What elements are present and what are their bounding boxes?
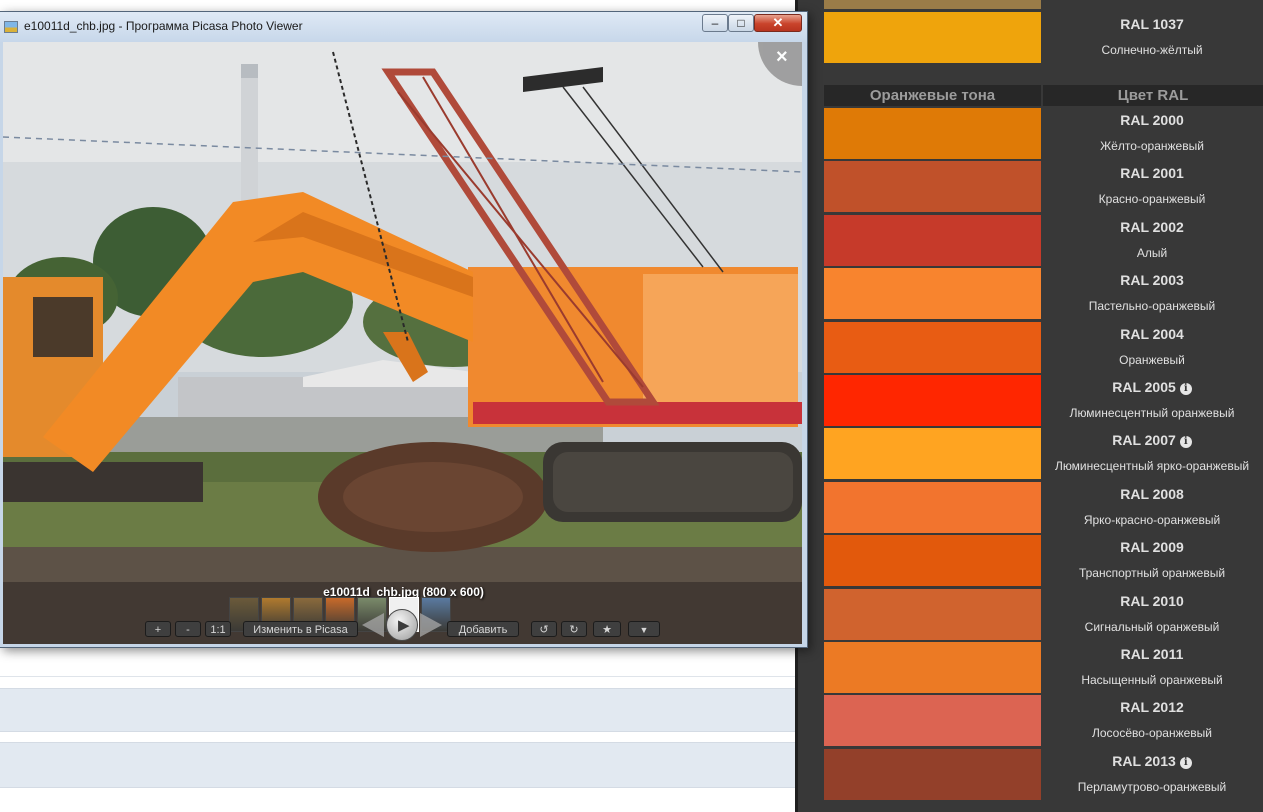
ral-code: RAL 2003 <box>1041 272 1263 288</box>
actual-size-button[interactable]: 1:1 <box>205 621 231 637</box>
close-icon: × <box>776 46 788 68</box>
info-icon[interactable]: i <box>1179 383 1192 395</box>
ral-code-text: RAL 2004 <box>1120 326 1184 342</box>
ral-code: RAL 2012 <box>1041 699 1263 715</box>
ral-swatch <box>824 589 1041 640</box>
rotate-left-icon[interactable]: ↺ <box>531 621 557 637</box>
ral-swatch <box>824 108 1041 159</box>
ral-color-table: RAL 1037 Солнечно-жёлтый Оранжевые тона … <box>798 0 1263 812</box>
zoom-in-button[interactable]: + <box>145 621 171 637</box>
more-options-icon[interactable]: ▼ <box>628 621 660 637</box>
star-icon[interactable]: ★ <box>593 621 621 637</box>
edit-in-picasa-button[interactable]: Изменить в Picasa <box>243 621 358 637</box>
window-title: e10011d_chb.jpg - Программа Picasa Photo… <box>24 19 303 33</box>
minimize-icon: – <box>711 16 719 30</box>
slideshow-play-button[interactable]: ▶ <box>386 609 418 641</box>
ral-code-text: RAL 2008 <box>1120 486 1184 502</box>
ral-code-text: RAL 2009 <box>1120 539 1184 555</box>
photo-view[interactable] <box>3 42 802 644</box>
ral-code-text: RAL 2011 <box>1120 646 1184 662</box>
header-ral-color: Цвет RAL <box>1043 85 1263 106</box>
ral-1037-swatch <box>824 12 1041 63</box>
ral-name: Оранжевый <box>1119 353 1185 367</box>
ral-swatch <box>824 695 1041 746</box>
ral-code: RAL 2005 i <box>1041 379 1263 395</box>
ral-code-text: RAL 2010 <box>1120 593 1184 609</box>
rotate-right-icon[interactable]: ↻ <box>561 621 587 637</box>
play-icon: ▶ <box>398 617 410 634</box>
window-titlebar[interactable]: e10011d_chb.jpg - Программа Picasa Photo… <box>0 12 807 42</box>
ral-code: RAL 2008 <box>1041 486 1263 502</box>
ral-name: Красно-оранжевый <box>1098 192 1206 206</box>
excavator-photo <box>3 42 802 644</box>
ral-code-text: RAL 2000 <box>1120 112 1184 128</box>
zoom-out-button[interactable]: - <box>175 621 201 637</box>
ral-code-text: RAL 2012 <box>1120 699 1184 715</box>
ral-code: RAL 2009 <box>1041 539 1263 555</box>
picasa-app-icon <box>4 21 18 33</box>
ral-swatch <box>824 322 1041 373</box>
ral-name: Жёлто-оранжевый <box>1100 139 1204 153</box>
maximize-button[interactable]: □ <box>728 14 754 32</box>
window-close-button[interactable]: ✕ <box>754 14 802 32</box>
ral-name: Перламутрово-оранжевый <box>1077 780 1227 794</box>
ral-code: RAL 2013 i <box>1041 753 1263 769</box>
info-icon[interactable]: i <box>1179 436 1192 448</box>
ral-name: Насыщенный оранжевый <box>1081 673 1223 687</box>
page-divider <box>0 676 795 677</box>
ral-code-text: RAL 2007 <box>1112 432 1176 448</box>
ral-code-text: RAL 2013 <box>1112 753 1176 769</box>
header-orange-tones: Оранжевые тона <box>824 85 1041 106</box>
ral-1037-name: Солнечно-жёлтый <box>1101 43 1203 57</box>
ral-swatch <box>824 375 1041 426</box>
ral-name: Лососёво-оранжевый <box>1092 726 1212 740</box>
ral-code: RAL 2000 <box>1041 112 1263 128</box>
ral-swatch <box>824 482 1041 533</box>
ral-swatch <box>824 535 1041 586</box>
ral-code-text: RAL 2003 <box>1120 272 1184 288</box>
ral-name: Пастельно-оранжевый <box>1088 299 1216 313</box>
ral-name: Люминесцентный оранжевый <box>1069 406 1235 420</box>
info-icon[interactable]: i <box>1179 757 1192 769</box>
maximize-icon: □ <box>737 16 745 30</box>
ral-name: Сигнальный оранжевый <box>1084 620 1220 634</box>
ral-code-text: RAL 2001 <box>1120 165 1184 181</box>
add-button[interactable]: Добавить <box>447 621 519 637</box>
picasa-photo-viewer-window: e10011d_chb.jpg - Программа Picasa Photo… <box>0 11 808 648</box>
ral-1037-code: RAL 1037 <box>1120 16 1184 32</box>
minimize-button[interactable]: – <box>702 14 728 32</box>
ral-swatch <box>824 268 1041 319</box>
ral-code: RAL 2010 <box>1041 593 1263 609</box>
ral-name: Люминесцентный ярко-оранжевый <box>1054 459 1250 473</box>
ral-code: RAL 2011 <box>1041 646 1263 662</box>
ral-name: Алый <box>1136 246 1168 260</box>
close-icon: ✕ <box>772 15 784 30</box>
ral-code-text: RAL 2002 <box>1120 219 1184 235</box>
ral-swatch <box>824 428 1041 479</box>
ral-code: RAL 2004 <box>1041 326 1263 342</box>
ral-swatch <box>824 642 1041 693</box>
page-row-band <box>0 688 795 732</box>
ral-name: Транспортный оранжевый <box>1078 566 1226 580</box>
ral-swatch-partial <box>824 0 1041 9</box>
ral-code: RAL 2001 <box>1041 165 1263 181</box>
ral-code: RAL 2002 <box>1041 219 1263 235</box>
ral-code-text: RAL 2005 <box>1112 379 1176 395</box>
page-row-band <box>0 742 795 788</box>
ral-swatch <box>824 161 1041 212</box>
ral-swatch <box>824 215 1041 266</box>
ral-swatch <box>824 749 1041 800</box>
ral-code: RAL 2007 i <box>1041 432 1263 448</box>
ral-name: Ярко-красно-оранжевый <box>1083 513 1221 527</box>
